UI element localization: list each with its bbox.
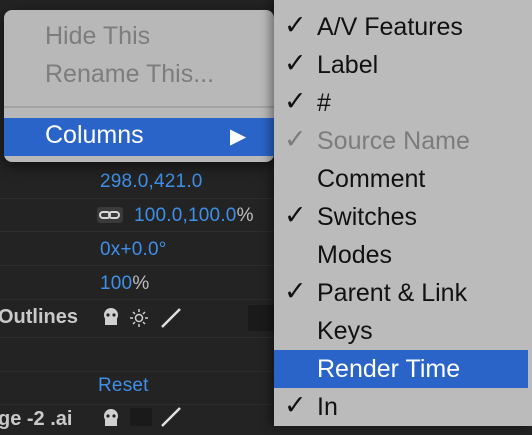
slash-icon[interactable] — [158, 305, 184, 336]
checkmark-icon: ✓ — [284, 276, 307, 306]
link-icon[interactable] — [97, 207, 123, 223]
submenu-item-in[interactable]: ✓ In — [274, 388, 532, 426]
submenu-item-label: Switches — [317, 203, 418, 231]
submenu-item-switches[interactable]: ✓ Switches — [274, 198, 532, 236]
panel-row-divider — [0, 231, 290, 232]
position-value[interactable]: 298.0,421.0 — [100, 171, 203, 193]
opacity-value[interactable]: 100% — [100, 273, 149, 295]
puppet-icon-svg — [104, 308, 118, 325]
submenu-item-label: Label — [317, 51, 379, 79]
opacity-number[interactable]: 100 — [100, 273, 132, 294]
submenu-item-keys[interactable]: Keys — [274, 312, 532, 350]
menu-item-columns-label: Columns — [45, 121, 144, 149]
submenu-item-label: Parent & Link — [317, 279, 468, 307]
submenu-item-render-time[interactable]: Render Time — [274, 350, 528, 388]
sun-icon-svg — [130, 309, 148, 327]
submenu-item-label: Source Name — [317, 127, 470, 155]
checkmark-icon: ✓ — [284, 86, 307, 116]
menu-item-columns[interactable]: Columns ▶ — [4, 118, 274, 156]
link-icon-svg — [99, 211, 120, 219]
submenu-item-label-column[interactable]: ✓ Label — [274, 46, 532, 84]
checkmark-icon: ✓ — [284, 48, 307, 78]
context-menu: Hide This Rename This... Columns ▶ — [4, 10, 274, 162]
panel-row-divider — [0, 404, 290, 405]
puppet-icon-svg — [104, 409, 118, 426]
submenu-item-label: # — [317, 89, 331, 117]
scale-unit: % — [236, 205, 254, 226]
switch-cell[interactable] — [248, 305, 274, 331]
rotation-value[interactable]: 0x+0.0° — [100, 239, 167, 261]
outlines-label: Outlines — [0, 306, 79, 328]
menu-item-rename-this[interactable]: Rename This... — [45, 60, 214, 89]
menu-item-hide-this[interactable]: Hide This — [45, 22, 150, 51]
panel-row-divider — [0, 371, 290, 372]
submenu-item-label: Keys — [317, 317, 373, 345]
reset-link[interactable]: Reset — [98, 375, 149, 397]
puppet-icon[interactable] — [99, 307, 123, 332]
submenu-item-label: Render Time — [317, 355, 461, 383]
scale-value[interactable]: 100.0,100.0% — [134, 205, 254, 227]
slash-icon[interactable] — [158, 404, 184, 435]
slash-icon-svg — [161, 407, 181, 427]
submenu-item-label: Modes — [317, 241, 393, 269]
columns-submenu: ✓ A/V Features ✓ Label ✓ # ✓ Source Name… — [274, 0, 532, 426]
sun-icon[interactable] — [128, 308, 150, 333]
submenu-item-label: A/V Features — [317, 13, 463, 41]
checkmark-icon: ✓ — [284, 124, 307, 154]
submenu-item-number[interactable]: ✓ # — [274, 84, 532, 122]
slash-icon-svg — [161, 308, 181, 328]
checkmark-icon: ✓ — [284, 200, 307, 230]
menu-separator — [4, 106, 274, 108]
panel-row-divider — [0, 299, 290, 300]
submenu-item-modes[interactable]: Modes — [274, 236, 532, 274]
checkmark-icon: ✓ — [284, 390, 307, 420]
layer-name-label[interactable]: ge -2 .ai — [0, 408, 72, 431]
scale-number[interactable]: 100.0,100.0 — [134, 205, 237, 226]
panel-row-divider — [0, 198, 290, 199]
panel-row-divider — [0, 265, 290, 266]
submenu-arrow-icon: ▶ — [230, 125, 247, 148]
submenu-item-parent-link[interactable]: ✓ Parent & Link — [274, 274, 532, 312]
submenu-item-comment[interactable]: Comment — [274, 160, 532, 198]
switch-cell[interactable] — [130, 408, 152, 426]
checkmark-icon: ✓ — [284, 10, 307, 40]
opacity-unit: % — [132, 273, 150, 294]
submenu-item-label: In — [317, 393, 338, 421]
submenu-item-label: Comment — [317, 165, 426, 193]
submenu-item-av-features[interactable]: ✓ A/V Features — [274, 8, 532, 46]
puppet-icon[interactable] — [99, 408, 123, 433]
panel-row-divider — [0, 337, 290, 338]
submenu-item-source-name: ✓ Source Name — [274, 122, 532, 160]
